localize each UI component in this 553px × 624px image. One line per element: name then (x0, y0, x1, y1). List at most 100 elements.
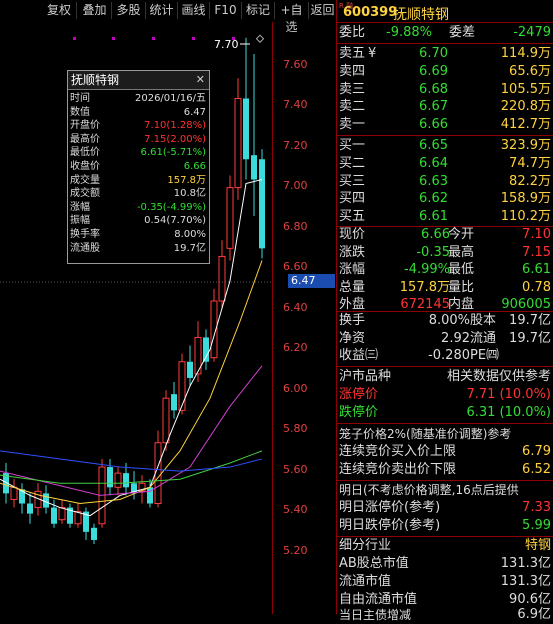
stat2-label: 股本 (470, 313, 497, 328)
candle-body (218, 255, 226, 302)
ask-volume: 412.7万 (500, 117, 551, 133)
market-row: 沪市品种 相关数据仅供参考 (337, 368, 553, 386)
ask-row: 卖一 6.66 412.7万 (337, 116, 553, 134)
info-value: 6.47 (183, 106, 206, 118)
ma60-line (0, 450, 263, 472)
industry-label: 细分行业 (339, 538, 392, 553)
stock-code: 600399 (343, 5, 398, 20)
info-row: 最高价 7.15(2.00%) (68, 134, 209, 146)
info-key: 最低价 (70, 147, 100, 159)
stat2-label: PE㈣ (470, 348, 500, 364)
candle-body (107, 467, 113, 488)
cage-title-row: 笼子价格2%(随基准价调整)参考 (337, 425, 553, 443)
candle-body (259, 159, 265, 249)
ask-price: 6.67 (419, 99, 448, 115)
stat-value: 0.78 (522, 279, 551, 295)
candle-body (162, 397, 170, 444)
bid-label: 买三 (339, 173, 366, 189)
candle-body (226, 187, 234, 249)
info-key: 涨幅 (70, 201, 90, 213)
info-row: 数值 6.47 (68, 107, 209, 119)
ask-label: 卖二 (339, 99, 366, 115)
candle-body (178, 361, 186, 411)
scale-tick: 6.80 (283, 220, 308, 233)
candle-body (234, 98, 242, 189)
tomorrow-title: 明日(不考虑价格调整,16点后提供 (339, 483, 519, 497)
market-note: 相关数据仅供参考 (446, 369, 551, 384)
ask-label: 卖一 (339, 117, 366, 133)
event-marker (152, 37, 155, 40)
industry-value: 特钢 (524, 538, 551, 553)
divider (337, 43, 553, 44)
info-value: 157.8万 (167, 174, 206, 186)
stat-label: 涨幅 (339, 262, 366, 278)
weibi-label: 委比 (339, 25, 366, 40)
stat2-label: 换手 (339, 313, 366, 328)
info-value: 8.00% (174, 229, 206, 240)
info-row: 涨幅 -0.35(-4.99%) (68, 202, 209, 214)
ask-label: 卖三 (339, 81, 366, 97)
cage-buy-row: 连续竞价买入价上限 6.79 (337, 443, 553, 461)
stat-label: 现价 (339, 227, 366, 242)
bid-label: 买二 (339, 155, 366, 171)
bid-row: 买三 6.63 82.2万 (337, 173, 553, 191)
stat-value: -4.99% (404, 262, 450, 278)
tomorrow-up-value: 7.33 (522, 500, 551, 515)
float-cap-label: 流通市值 (339, 574, 392, 589)
info-value: 2026/01/16/五 (134, 93, 206, 104)
bid-price: 6.63 (419, 173, 448, 189)
stat-label: 最高 (448, 244, 475, 260)
last-value: 6.9亿 (517, 607, 551, 622)
stat-value: 7.10 (522, 227, 551, 242)
candle-body (187, 361, 193, 378)
candle-body (251, 155, 257, 180)
stat-label: 总量 (339, 279, 366, 295)
ask-volume: 65.6万 (509, 63, 551, 79)
info-value: 6.61(-5.71%) (140, 147, 206, 159)
scale-tick: 5.40 (283, 503, 308, 516)
scale-tick: 7.40 (283, 98, 308, 111)
limit-down-value: 6.31 (10.0%) (466, 405, 551, 420)
last-row: 当日主债增减 6.9亿 (337, 606, 553, 624)
ask-row: 卖三 6.68 105.5万 (337, 81, 553, 99)
event-marker (192, 37, 195, 40)
scale-tick: 7.60 (283, 58, 308, 71)
stat-value: 6.61 (522, 262, 551, 278)
stat-value: 157.8万 (399, 279, 450, 295)
info-row: 成交量 157.8万 (68, 175, 209, 187)
toolbar-button-3[interactable]: 统计 (146, 2, 178, 19)
info-value: 7.15(2.00%) (144, 133, 206, 145)
toolbar-button-4[interactable]: 画线 (178, 2, 210, 19)
ask-row: 卖四 6.69 65.6万 (337, 63, 553, 81)
toolbar-button-6[interactable]: 标记 (242, 2, 275, 19)
stock-info-popup: 抚顺特钢 ✕ 时间 2026/01/16/五 数值 6.47 开盘价 7.10(1.28%… (67, 70, 210, 264)
stat2-value: 8.00% (428, 313, 470, 328)
toolbar-button-2[interactable]: 多股 (112, 2, 146, 19)
ab-cap-label: AB股总市值 (339, 556, 409, 571)
ask-volume: 114.9万 (500, 46, 551, 61)
ma20-line (0, 365, 263, 496)
cage-buy-label: 连续竞价买入价上限 (339, 444, 457, 459)
candle-body (91, 527, 97, 540)
stat-row: 涨幅 -4.99% 最低 6.61 (337, 261, 553, 279)
close-icon[interactable]: ✕ (196, 71, 205, 89)
toolbar-button-8[interactable]: 返回 (309, 2, 337, 19)
info-value: -0.35(-4.99%) (136, 201, 206, 213)
stat2-value: 19.7亿 (509, 313, 551, 328)
tomorrow-title-row: 明日(不考虑价格调整,16点后提供 (337, 481, 553, 499)
toolbar-button-0[interactable]: 复权 (42, 2, 77, 19)
info-row: 流通股 19.7亿 (68, 243, 209, 255)
candle-body (243, 98, 249, 160)
divider (337, 366, 553, 367)
ask-label: 卖五 (339, 46, 366, 61)
info-key: 成交量 (70, 174, 100, 186)
toolbar-button-5[interactable]: F10 (210, 2, 242, 19)
limit-up-value: 7.71 (10.0%) (466, 387, 551, 402)
scale-tick: 6.40 (283, 301, 308, 314)
toolbar-button-7[interactable]: +自选 (275, 2, 309, 34)
cage-sell-row: 连续竞价卖出价下限 6.52 (337, 461, 553, 479)
scale-tick: 5.60 (283, 463, 308, 476)
toolbar-button-1[interactable]: 叠加 (78, 2, 112, 19)
candle-body (58, 507, 66, 521)
stat2-row: 换手 8.00% 股本 19.7亿 (337, 312, 553, 330)
